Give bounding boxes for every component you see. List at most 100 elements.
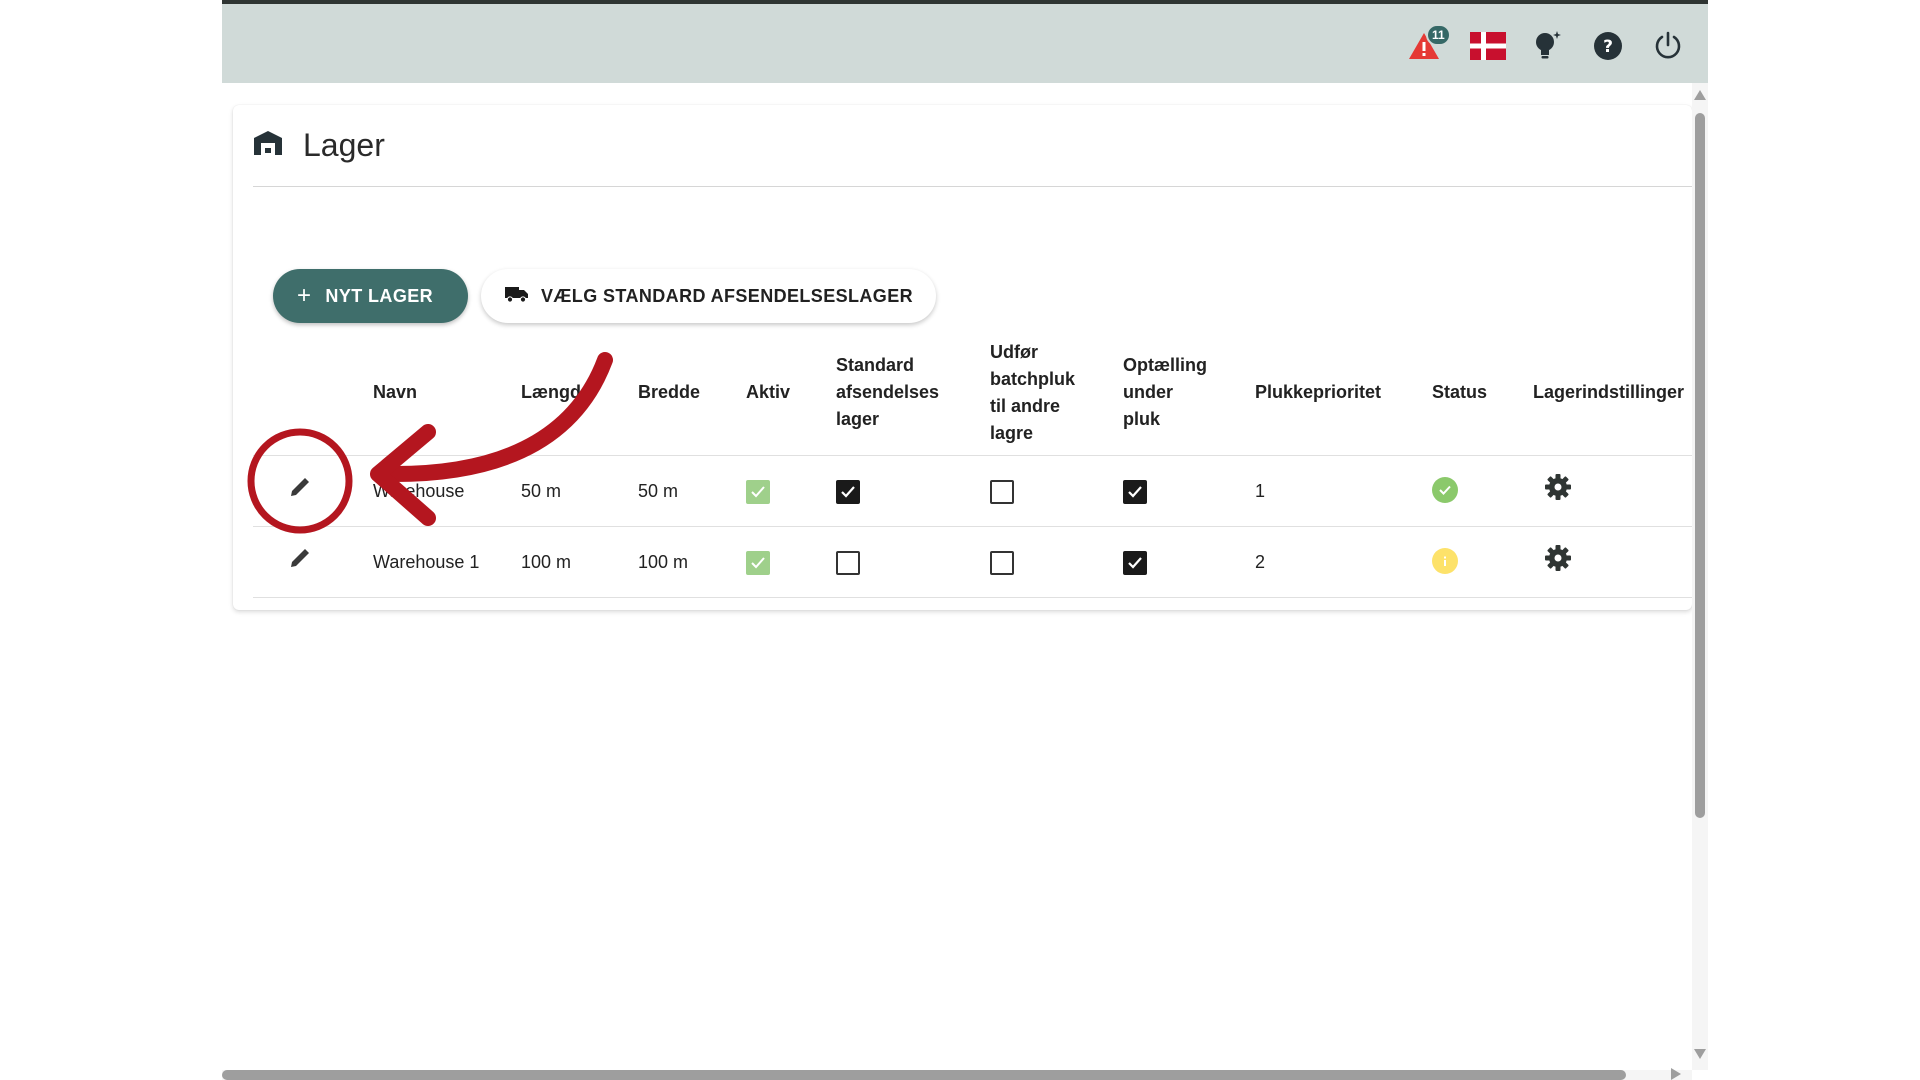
header-count-line2: under — [1123, 382, 1174, 403]
main-content: Lager + NYT LAGER VÆLG STANDARD AFSENDEL… — [222, 83, 1692, 1070]
status-cell — [1428, 455, 1529, 527]
row-name: Warehouse — [369, 455, 517, 527]
header-name[interactable]: Navn — [369, 331, 517, 456]
vertical-scroll-thumb[interactable] — [1695, 113, 1705, 818]
truck-icon — [505, 285, 541, 308]
edit-cell — [253, 455, 369, 527]
help-icon: ? — [1593, 31, 1623, 66]
count-during-pick-cell — [1119, 526, 1251, 598]
check-icon — [1128, 556, 1142, 569]
settings-button[interactable] — [1543, 545, 1573, 577]
language-button[interactable] — [1468, 28, 1508, 68]
header-default-shipping-line2: afsendelses — [836, 382, 940, 403]
horizontal-scroll-thumb[interactable] — [222, 1070, 1626, 1080]
edit-button[interactable] — [287, 478, 313, 504]
header-active[interactable]: Aktiv — [742, 331, 832, 456]
vertical-scrollbar[interactable] — [1692, 83, 1708, 1070]
svg-text:?: ? — [1603, 37, 1613, 57]
header-default-shipping-line3: lager — [836, 409, 880, 430]
header-length[interactable]: Længde — [517, 331, 634, 456]
header-count-line1: Optælling — [1123, 355, 1207, 376]
warehouse-icon — [253, 130, 283, 161]
batch-pick-cell — [986, 455, 1119, 527]
scroll-right-arrow-icon[interactable] — [1670, 1068, 1682, 1080]
new-warehouse-button[interactable]: + NYT LAGER — [273, 269, 468, 323]
danish-flag-icon — [1470, 31, 1506, 65]
warehouse-table: Navn Længde Bredde Aktiv Standard afsend… — [253, 331, 1692, 598]
plus-icon: + — [297, 282, 312, 309]
scroll-up-arrow-icon[interactable] — [1693, 89, 1707, 101]
horizontal-scrollbar[interactable] — [222, 1070, 1692, 1080]
card-header: Lager — [253, 105, 1692, 187]
gear-icon — [1545, 474, 1571, 500]
app-frame: 11 ? Lager + NYT LAGER VÆLG STANDARD AFS… — [222, 0, 1708, 1080]
default-shipping-checkbox[interactable] — [836, 479, 860, 504]
active-checkbox[interactable] — [746, 479, 770, 504]
header-count-during-pick[interactable]: Optælling under pluk — [1119, 331, 1251, 456]
count-during-pick-checkbox[interactable] — [1123, 550, 1147, 575]
header-status[interactable]: Status — [1428, 331, 1529, 456]
header-batch-pick[interactable]: Udfør batchpluk til andre lagre — [986, 331, 1119, 456]
pencil-icon — [291, 549, 309, 567]
logout-button[interactable] — [1648, 28, 1688, 68]
page-title: Lager — [303, 127, 385, 163]
row-length: 50 m — [517, 455, 634, 527]
header-width[interactable]: Bredde — [634, 331, 742, 456]
header-default-shipping-line1: Standard — [836, 355, 915, 376]
row-length: 100 m — [517, 526, 634, 598]
default-shipping-cell — [832, 455, 986, 527]
header-priority[interactable]: Plukkeprioritet — [1251, 331, 1428, 456]
table-row[interactable]: Warehouse 50 m 50 m 1 — [253, 455, 1692, 527]
settings-cell — [1529, 526, 1692, 598]
settings-cell — [1529, 455, 1692, 527]
active-cell — [742, 455, 832, 527]
gear-icon — [1545, 545, 1571, 571]
top-bar: 11 ? — [222, 0, 1708, 83]
row-width: 100 m — [634, 526, 742, 598]
default-shipping-warehouse-button[interactable]: VÆLG STANDARD AFSENDELSESLAGER — [481, 269, 936, 323]
batch-pick-checkbox[interactable] — [990, 479, 1014, 504]
header-batch-line1: Udfør — [990, 341, 1038, 362]
notification-badge: 11 — [1426, 24, 1451, 46]
table-row[interactable]: Warehouse 1 100 m 100 m 2 — [253, 526, 1692, 598]
count-during-pick-cell — [1119, 455, 1251, 527]
pencil-icon — [291, 478, 309, 496]
edit-cell — [253, 526, 369, 598]
header-settings[interactable]: Lagerindstillinger — [1529, 331, 1692, 456]
tips-button[interactable] — [1528, 28, 1568, 68]
count-during-pick-checkbox[interactable] — [1123, 479, 1147, 504]
active-cell — [742, 526, 832, 598]
warehouse-card: Lager + NYT LAGER VÆLG STANDARD AFSENDEL… — [233, 105, 1692, 610]
active-checkbox[interactable] — [746, 550, 770, 575]
batch-pick-cell — [986, 526, 1119, 598]
header-batch-line3: til andre — [990, 395, 1061, 416]
scroll-down-arrow-icon[interactable] — [1693, 1048, 1707, 1060]
header-batch-line4: lagre — [990, 422, 1034, 443]
lightbulb-icon — [1531, 29, 1565, 68]
default-shipping-cell — [832, 526, 986, 598]
help-button[interactable]: ? — [1588, 28, 1628, 68]
notifications-button[interactable]: 11 — [1404, 24, 1451, 68]
new-warehouse-label: NYT LAGER — [325, 285, 434, 306]
edit-column-header — [253, 331, 369, 456]
check-icon — [751, 556, 765, 569]
row-width: 50 m — [634, 455, 742, 527]
check-icon — [751, 485, 765, 498]
status-ok-icon — [1432, 476, 1458, 503]
batch-pick-checkbox[interactable] — [990, 550, 1014, 575]
default-shipping-checkbox[interactable] — [836, 550, 860, 575]
row-priority: 2 — [1251, 526, 1428, 598]
check-icon — [1128, 485, 1142, 498]
status-warning-icon — [1432, 547, 1458, 574]
edit-button[interactable] — [287, 549, 313, 575]
settings-button[interactable] — [1543, 474, 1573, 506]
header-count-line3: pluk — [1123, 409, 1161, 430]
default-shipping-label: VÆLG STANDARD AFSENDELSESLAGER — [541, 285, 914, 306]
power-icon — [1652, 30, 1684, 67]
table-header-row: Navn Længde Bredde Aktiv Standard afsend… — [253, 331, 1692, 456]
header-batch-line2: batchpluk — [990, 368, 1076, 389]
row-name: Warehouse 1 — [369, 526, 517, 598]
header-default-shipping[interactable]: Standard afsendelses lager — [832, 331, 986, 456]
status-cell — [1428, 526, 1529, 598]
row-priority: 1 — [1251, 455, 1428, 527]
